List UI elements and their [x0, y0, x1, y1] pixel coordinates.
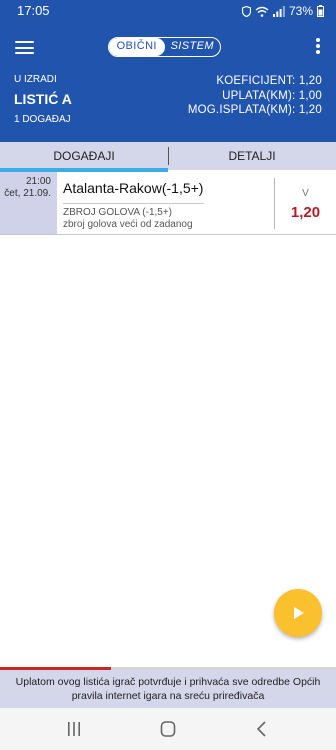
- battery-percent: 73%: [288, 4, 313, 18]
- event-odd[interactable]: 1,20: [275, 204, 336, 221]
- more-vertical-icon[interactable]: [315, 38, 321, 54]
- event-market: ZBROJ GOLOVA (-1,5+): [63, 207, 173, 218]
- slip-title: LISTIĆ A: [14, 91, 72, 107]
- event-name: Atalanta-Rakow(-1,5+): [63, 180, 204, 196]
- tab-detalji[interactable]: DETALJI: [168, 142, 336, 170]
- play-button[interactable]: [274, 589, 322, 637]
- event-description: zbroj golova veći od zadanog: [63, 219, 193, 230]
- status-bar: 17:05 73%: [0, 0, 336, 22]
- play-icon: [294, 607, 304, 619]
- hamburger-menu-icon[interactable]: [15, 41, 34, 54]
- wifi-icon: [255, 6, 269, 17]
- event-date: čet, 21.09.: [4, 188, 51, 199]
- mode-option-obicni[interactable]: OBIČNI: [109, 38, 165, 56]
- battery-icon: [317, 5, 324, 17]
- back-icon[interactable]: [252, 720, 272, 738]
- status-time: 17:05: [17, 3, 50, 18]
- slip-status: U IZRADI: [14, 74, 57, 85]
- disclaimer-text: Uplatom ovog listića igrač potvrđuje i p…: [0, 670, 336, 708]
- home-icon[interactable]: [158, 720, 178, 738]
- summary-coefficient: KOEFICIJENT: 1,20: [216, 75, 322, 87]
- recent-apps-icon[interactable]: [64, 720, 84, 738]
- mode-toggle[interactable]: OBIČNI SISTEM: [108, 37, 221, 57]
- event-tip: V: [302, 188, 309, 199]
- summary-possible-payout: MOG.ISPLATA(KM): 1,20: [187, 104, 322, 116]
- event-datetime: 21:00 čet, 21.09.: [0, 172, 57, 234]
- signal-icon: [272, 5, 285, 17]
- slip-event-count: 1 DOGAĐAJ: [14, 114, 71, 125]
- event-row[interactable]: 21:00 čet, 21.09. Atalanta-Rakow(-1,5+) …: [0, 172, 336, 235]
- tab-divider: [168, 147, 169, 165]
- app-header: OBIČNI SISTEM U IZRADI LISTIĆ A 1 DOGAĐA…: [0, 22, 336, 142]
- mode-option-sistem[interactable]: SISTEM: [165, 38, 221, 56]
- slip-summary: KOEFICIJENT: 1,20 UPLATA(KM): 1,00 MOG.I…: [188, 74, 322, 118]
- tab-dogadaji[interactable]: DOGAĐAJI: [0, 142, 168, 170]
- tab-bar: DOGAĐAJI DETALJI: [0, 142, 336, 170]
- summary-stake: UPLATA(KM): 1,00: [222, 89, 322, 102]
- status-icons: 73%: [241, 4, 324, 18]
- event-divider: [63, 203, 204, 204]
- system-nav-bar: [0, 708, 336, 750]
- event-time: 21:00: [25, 176, 51, 187]
- shield-icon: [241, 5, 251, 17]
